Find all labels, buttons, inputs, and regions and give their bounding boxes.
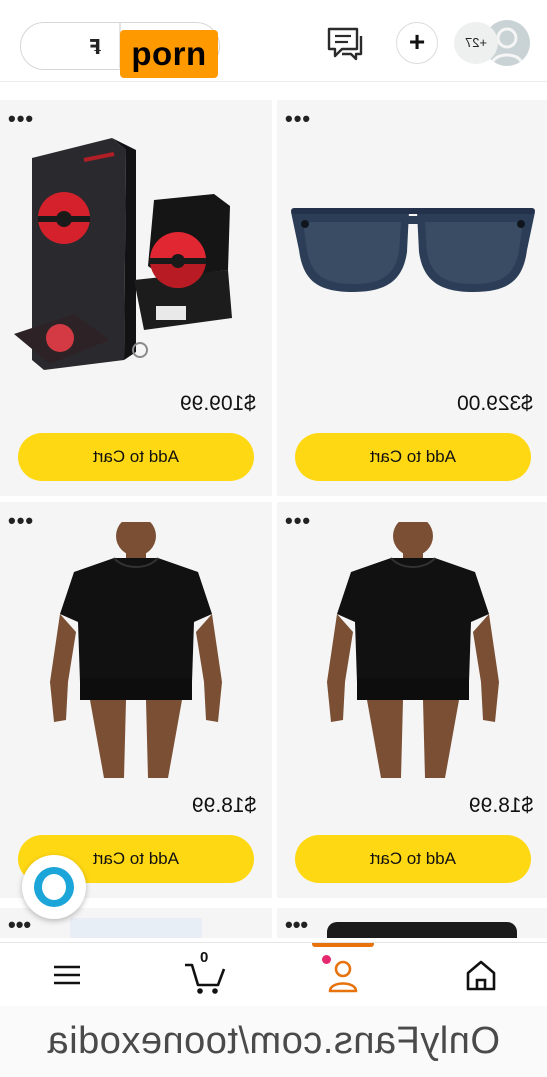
product-image[interactable] — [291, 522, 535, 782]
nav-account[interactable] — [318, 951, 368, 997]
product-card[interactable]: ••• $109.99 Add to Cart — [0, 100, 272, 496]
add-to-cart-label: Add to Cart — [93, 849, 179, 868]
product-image[interactable] — [14, 522, 258, 782]
account-icon — [328, 960, 358, 993]
product-card[interactable]: ••• $18.99 Add to Cart — [277, 502, 547, 898]
cart-count: 0 — [200, 949, 209, 966]
product-image[interactable] — [291, 120, 535, 380]
more-options-icon[interactable]: ••• — [8, 914, 31, 936]
product-image-peek — [70, 918, 202, 938]
nav-cart[interactable]: 0 — [180, 949, 230, 997]
product-card[interactable]: ••• $18.99 Add to Cart — [0, 502, 272, 898]
watermark-text: OnlyFans.com/toonexodia — [47, 1020, 500, 1062]
product-price: $18.99 — [191, 794, 256, 817]
product-image-peek — [327, 922, 517, 938]
chat-icon[interactable] — [326, 26, 366, 62]
add-button[interactable]: + — [396, 22, 438, 64]
brand-badge: porn — [120, 30, 218, 78]
assistant-inner — [42, 874, 66, 900]
add-to-cart-button[interactable]: Add to Cart — [18, 433, 254, 481]
product-card-peek[interactable]: ••• — [277, 908, 547, 938]
menu-icon — [54, 965, 80, 985]
add-to-cart-label: Add to Cart — [370, 447, 456, 466]
top-header: ₣ porn + +27 — [0, 0, 547, 82]
bottom-navigation: 0 — [0, 942, 547, 1006]
product-image[interactable] — [14, 120, 258, 380]
add-to-cart-label: Add to Cart — [370, 849, 456, 868]
nav-home[interactable] — [456, 951, 506, 997]
more-options-icon[interactable]: ••• — [285, 914, 308, 936]
tag-icon: ₣ — [88, 35, 102, 59]
product-price: $18.99 — [468, 794, 533, 817]
assistant-button[interactable] — [22, 855, 86, 919]
home-icon — [466, 960, 496, 991]
add-to-cart-button[interactable]: Add to Cart — [295, 835, 531, 883]
nav-menu[interactable] — [42, 951, 92, 997]
notification-count-badge: +27 — [454, 22, 498, 64]
profile-area[interactable]: +27 — [454, 20, 530, 66]
add-to-cart-button[interactable]: Add to Cart — [295, 433, 531, 481]
product-price: $329.00 — [457, 392, 533, 415]
product-card[interactable]: ••• $329.00 Add to Cart — [277, 100, 547, 496]
active-tab-indicator — [312, 943, 374, 947]
product-price: $109.99 — [180, 392, 256, 415]
add-to-cart-label: Add to Cart — [93, 447, 179, 466]
